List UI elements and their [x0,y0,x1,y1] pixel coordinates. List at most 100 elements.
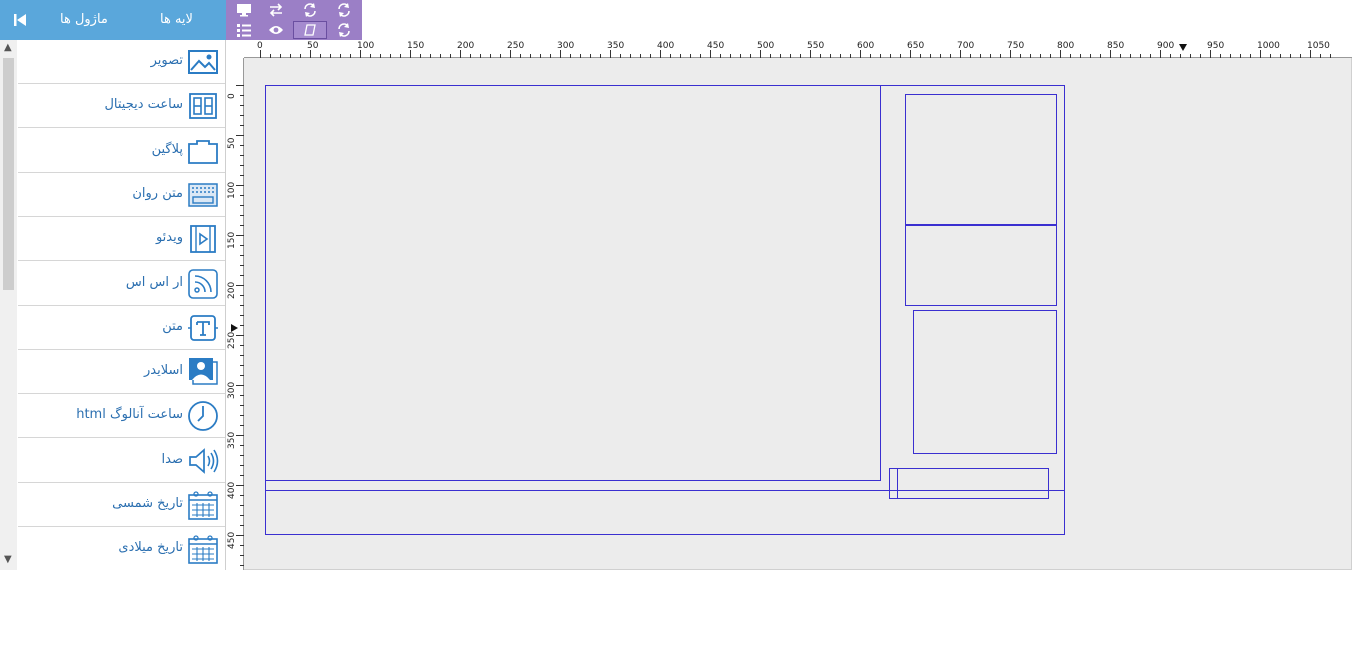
ruler-tick [910,50,911,58]
ruler-tick [300,54,301,58]
side-zone-lower[interactable] [913,310,1057,454]
ruler-label: 1000 [1257,41,1280,51]
ruler-tick [370,54,371,58]
panel-tabs-bar: ماژول ها لایه ها [0,0,226,40]
ruler-label: 400 [657,41,675,51]
list-icon [237,24,251,37]
ruler-tick [1330,54,1331,58]
module-list: تصویر ساعت دیجیتال پلاگین متن روان ویدئو ار ا… [0,40,226,570]
refresh-icon [338,3,350,17]
video-icon [187,223,219,255]
shape-tool-button[interactable] [293,21,327,39]
module-item[interactable]: اسلایدر [18,350,225,395]
ruler-tick [480,54,481,58]
ruler-label: 600 [857,41,875,51]
ruler-label: 0 [257,41,263,51]
module-item[interactable]: پلاگین [18,129,225,173]
horizontal-ruler-marker-icon[interactable] [1179,44,1187,51]
module-label: تاریخ میلادی [118,540,183,556]
module-label: پلاگین [151,141,183,157]
ruler-label: 650 [907,41,925,51]
module-item[interactable]: متن روان [18,173,225,217]
module-item[interactable]: ساعت آنالوگ html [18,394,225,439]
ruler-tick [850,54,851,58]
ruler-tick [240,195,244,196]
ruler-tick [240,555,244,556]
scroll-up-icon[interactable]: ▲ [4,42,12,53]
visibility-button[interactable] [263,22,289,38]
module-item[interactable]: ساعت دیجیتال [18,84,225,129]
ruler-tick [236,235,244,236]
ruler-tick [830,54,831,58]
ruler-tick [240,255,244,256]
side-zone-top[interactable] [905,94,1057,225]
slider-icon [187,356,219,388]
ruler-tick [240,215,244,216]
ruler-tick [550,54,551,58]
scroll-thumb[interactable] [3,58,14,290]
shape-icon [304,24,316,36]
module-item[interactable]: تاریخ میلادی [18,527,225,570]
ruler-tick [1010,50,1011,58]
ruler-label: 250 [507,41,525,51]
module-item[interactable]: صدا [18,439,225,483]
ruler-tick [510,50,511,58]
module-item[interactable]: تاریخ شمسی [18,483,225,527]
design-canvas-area[interactable]: 0 50 100 150 200 250 300 350 400 450 500 550 600 650 7… [226,40,1352,570]
module-label: متن روان [132,185,183,201]
reload-button[interactable] [331,2,357,18]
ruler-tick [340,54,341,58]
ruler-tick [270,54,271,58]
ruler-tick [1290,54,1291,58]
refresh-button[interactable] [297,2,323,18]
module-item[interactable]: ار اس اس [18,262,225,306]
ruler-tick [236,435,244,436]
ruler-tick [1040,54,1041,58]
rotate-button[interactable] [331,22,357,38]
ruler-tick [240,415,244,416]
ruler-tick [240,545,244,546]
small-zone[interactable] [889,468,1049,499]
module-item[interactable]: تصویر [18,40,225,84]
vertical-ruler-marker-icon[interactable] [231,324,238,332]
ruler-tick [960,50,961,58]
ruler-tick [1280,54,1281,58]
ruler-tick [770,54,771,58]
ruler-tick [990,54,991,58]
ruler-tick [240,375,244,376]
ruler-tick [240,295,244,296]
module-item[interactable]: ویدئو [18,217,225,262]
collapse-panel-button[interactable] [10,10,30,30]
list-button[interactable] [231,22,257,38]
analog-clock-icon [187,400,219,432]
ruler-label: 400 [227,481,237,499]
ruler-tick [540,54,541,58]
ruler-tick [240,565,244,566]
ruler-tick [590,54,591,58]
ruler-label: 200 [457,41,475,51]
module-list-scrollbar[interactable]: ▲ ▼ [0,40,17,570]
tab-layers[interactable]: لایه ها [160,12,193,27]
speaker-icon [187,445,219,477]
side-zone-middle[interactable] [905,225,1057,306]
ruler-tick [800,54,801,58]
swap-button[interactable] [263,2,289,18]
ruler-tick [240,155,244,156]
module-label: ویدئو [155,230,183,246]
ruler-label: 250 [227,331,237,349]
main-zone[interactable] [265,85,881,481]
ruler-tick [236,485,244,486]
preview-screen-button[interactable] [231,2,257,18]
tab-modules[interactable]: ماژول ها [60,12,108,27]
module-label: تصویر [150,53,183,68]
refresh-icon [304,3,316,17]
ruler-tick [260,50,261,58]
module-item[interactable]: متن [18,306,225,350]
ruler-tick [240,325,244,326]
tiny-zone[interactable] [889,468,898,499]
ruler-tick [920,54,921,58]
scroll-down-icon[interactable]: ▼ [4,554,12,565]
ruler-tick [1320,54,1321,58]
ruler-tick [1060,50,1061,58]
ruler-tick [1120,54,1121,58]
